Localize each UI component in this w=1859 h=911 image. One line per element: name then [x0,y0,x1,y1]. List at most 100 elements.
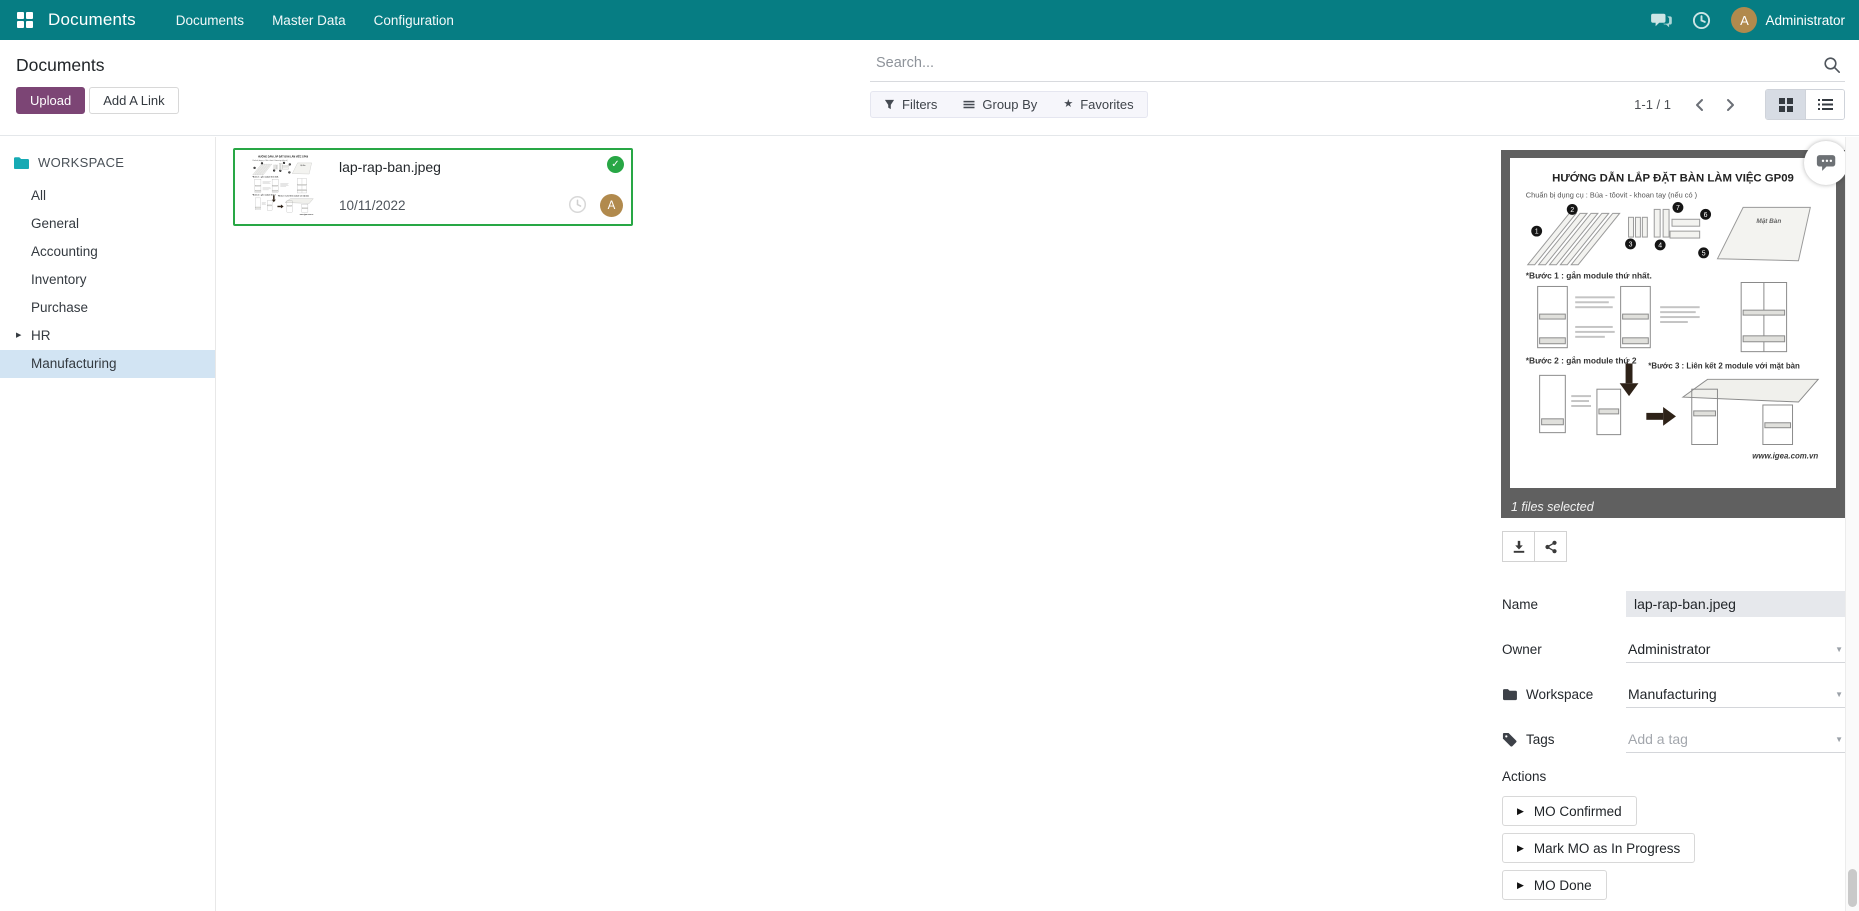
nav-item-master-data[interactable]: Master Data [258,0,360,40]
upload-button[interactable]: Upload [16,87,85,114]
action-mark-mo-in-progress-button[interactable]: ▶ Mark MO as In Progress [1502,833,1695,863]
workspace-caret-down-icon[interactable]: ▼ [1835,690,1843,699]
action-mo-confirmed-button[interactable]: ▶ MO Confirmed [1502,796,1637,826]
owner-label-text: Owner [1502,642,1542,657]
action-mo-done-button[interactable]: ▶ MO Done [1502,870,1607,900]
tags-field-row: Tags Add a tag ▼ [1502,724,1845,754]
user-avatar: A [1731,7,1757,33]
group-by-button[interactable]: Group By [950,92,1050,117]
control-panel: Documents Upload Add A Link Filters Grou… [0,40,1859,136]
tag-icon [1502,732,1517,747]
workspace-field-row: Workspace Manufacturing ▼ [1502,679,1845,709]
name-input[interactable]: lap-rap-ban.jpeg [1626,591,1845,617]
filters-label: Filters [902,97,937,112]
filter-funnel-icon [884,99,895,110]
apps-menu-icon[interactable] [12,7,38,33]
name-field-row: Name lap-rap-ban.jpeg [1502,589,1845,619]
download-icon[interactable] [1502,531,1535,562]
nav-item-configuration[interactable]: Configuration [360,0,468,40]
document-owner-avatar: A [600,194,623,217]
sidebar-item-all[interactable]: All [0,182,215,210]
document-title: lap-rap-ban.jpeg [339,159,441,175]
sidebar-item-hr-label: HR [31,328,51,343]
search-bar [870,48,1845,82]
pager-next-icon[interactable] [1715,96,1745,114]
preview-image [1510,158,1836,488]
messages-icon[interactable] [1650,11,1672,29]
owner-label: Owner [1502,642,1626,657]
workspace-folder-icon [13,156,29,170]
search-panel: Filters Group By ★ Favorites 1-1 / 1 [870,48,1845,120]
sidebar-item-inventory[interactable]: Inventory [0,266,215,294]
detail-panel: 1 files selected Name lap-rap-ban.jpeg [1500,137,1859,911]
workspace-value: Manufacturing [1628,686,1717,702]
workspace-header: WORKSPACE [0,151,215,182]
owner-caret-down-icon[interactable]: ▼ [1835,645,1843,654]
owner-select[interactable]: Administrator ▼ [1626,636,1845,663]
group-by-label: Group By [982,97,1037,112]
user-name: Administrator [1765,13,1845,28]
tags-caret-down-icon[interactable]: ▼ [1835,735,1843,744]
expand-caret-icon[interactable]: ▶ [16,322,21,350]
document-card[interactable]: lap-rap-ban.jpeg 10/11/2022 ✓ A [233,148,633,226]
search-input[interactable] [870,48,1845,78]
sidebar-item-hr[interactable]: ▶ HR [0,322,215,350]
group-by-icon [963,99,975,110]
pager-nav [1685,96,1745,114]
folder-icon [1502,688,1517,701]
nav-item-documents[interactable]: Documents [162,0,258,40]
tags-label: Tags [1502,732,1626,747]
star-icon: ★ [1063,99,1073,110]
kanban-view-icon[interactable] [1766,90,1805,119]
play-icon: ▶ [1517,881,1524,890]
navbar-menu: Documents Master Data Configuration [162,0,468,40]
view-switcher [1765,89,1845,120]
play-icon: ▶ [1517,807,1524,816]
sidebar-item-general[interactable]: General [0,210,215,238]
action-mo-done-label: MO Done [1534,878,1592,893]
favorites-label: Favorites [1080,97,1133,112]
action-mark-mo-in-progress-label: Mark MO as In Progress [1534,841,1680,856]
scrollbar-thumb[interactable] [1848,869,1857,907]
navbar-right: A Administrator [1650,7,1845,33]
name-label: Name [1502,597,1626,612]
chatter-toggle-icon[interactable] [1804,141,1848,185]
sidebar-item-accounting[interactable]: Accounting [0,238,215,266]
user-menu[interactable]: A Administrator [1731,7,1845,33]
document-preview[interactable]: 1 files selected [1501,150,1845,518]
selected-count-text: 1 files selected [1501,496,1845,518]
add-a-link-button[interactable]: Add A Link [89,87,178,114]
activities-clock-icon[interactable] [1692,11,1711,30]
selected-check-icon[interactable]: ✓ [607,156,624,173]
workspace-sidebar: WORKSPACE All General Accounting Invento… [0,137,216,911]
document-thumbnail [239,153,327,221]
favorites-button[interactable]: ★ Favorites [1050,92,1146,117]
play-icon: ▶ [1517,844,1524,853]
pager-value[interactable]: 1-1 / 1 [1634,97,1671,112]
actions-title: Actions [1502,769,1845,784]
workspace-label: Workspace [1502,687,1626,702]
document-date: 10/11/2022 [339,198,406,213]
top-navbar: Documents Documents Master Data Configur… [0,0,1859,40]
workspace-select[interactable]: Manufacturing ▼ [1626,681,1845,708]
search-icon[interactable] [1823,56,1841,74]
owner-field-row: Owner Administrator ▼ [1502,634,1845,664]
panel-scrollbar[interactable] [1845,137,1859,911]
tags-label-text: Tags [1526,732,1555,747]
app-title[interactable]: Documents [48,10,136,30]
filters-button[interactable]: Filters [871,92,950,117]
share-icon[interactable] [1534,531,1567,562]
tags-input[interactable]: Add a tag ▼ [1626,726,1845,753]
pager-previous-icon[interactable] [1685,96,1715,114]
name-label-text: Name [1502,597,1538,612]
sidebar-item-purchase[interactable]: Purchase [0,294,215,322]
workspace-header-label: WORKSPACE [38,155,124,170]
filters-row: Filters Group By ★ Favorites 1-1 / 1 [870,89,1845,120]
pager: 1-1 / 1 [1634,96,1745,114]
owner-value: Administrator [1628,641,1710,657]
list-view-icon[interactable] [1805,90,1844,119]
document-fields: Name lap-rap-ban.jpeg Owner Administrato… [1502,589,1845,907]
sidebar-item-manufacturing[interactable]: Manufacturing [0,350,215,378]
activity-clock-icon[interactable] [568,195,587,214]
action-mo-confirmed-label: MO Confirmed [1534,804,1622,819]
